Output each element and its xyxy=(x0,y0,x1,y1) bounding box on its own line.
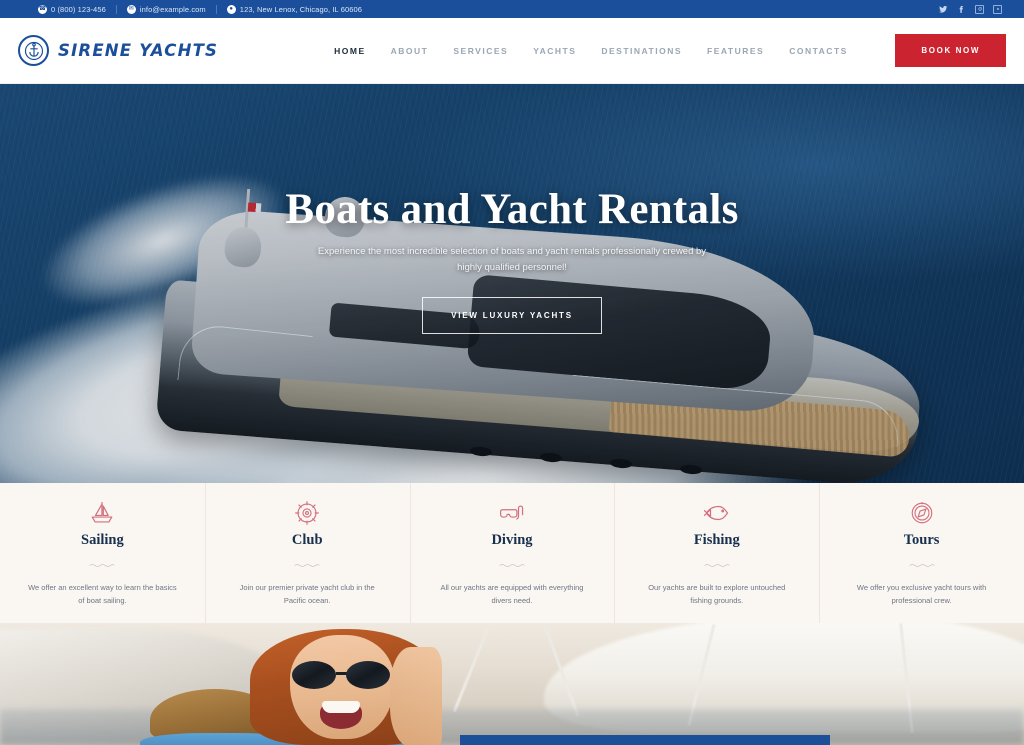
wave-divider-icon xyxy=(89,555,116,573)
blue-content-panel xyxy=(460,735,830,745)
hero-subtitle: Experience the most incredible selection… xyxy=(317,246,707,273)
topbar-phone-text: 0 (800) 123-456 xyxy=(51,4,106,14)
nav-item-destinations[interactable]: DESTINATIONS xyxy=(601,46,682,56)
feature-description: All our yachts are equipped with everyth… xyxy=(440,583,584,606)
wave-divider-icon xyxy=(909,555,935,573)
brand-name: SIRENE YACHTS xyxy=(58,41,219,60)
feature-description: We offer an excellent way to learn the b… xyxy=(28,583,177,606)
feature-card-fishing[interactable]: Fishing Our yachts are built to explore … xyxy=(614,483,819,623)
compass-icon xyxy=(909,498,935,528)
top-contact-bar: ☎ 0 (800) 123-456 ✉ info@example.com ● 1… xyxy=(0,0,1024,18)
feature-title: Diving xyxy=(491,532,533,548)
woman-figure xyxy=(250,629,442,745)
facebook-icon[interactable] xyxy=(957,5,966,14)
nav-item-home[interactable]: HOME xyxy=(334,46,366,56)
feature-title: Sailing xyxy=(81,532,124,548)
youtube-icon[interactable] xyxy=(993,4,1002,14)
nav-item-yachts[interactable]: YACHTS xyxy=(533,46,576,56)
feature-description: We offer you exclusive yacht tours with … xyxy=(856,583,987,606)
sunglasses-right-lens xyxy=(346,661,390,689)
feature-card-club[interactable]: Club Join our premier private yacht club… xyxy=(204,483,410,623)
snorkel-mask-icon xyxy=(499,498,525,528)
topbar-email-text: info@example.com xyxy=(139,4,206,14)
topbar-address[interactable]: ● 123, New Lenox, Chicago, IL 60606 xyxy=(217,4,372,14)
sailboat-icon xyxy=(89,498,115,528)
feature-title: Fishing xyxy=(693,532,740,548)
features-section: Sailing We offer an excellent way to lea… xyxy=(0,483,1024,623)
envelope-icon: ✉ xyxy=(126,4,136,14)
feature-title: Club xyxy=(291,532,323,548)
site-header: SIRENE YACHTS HOME ABOUT SERVICES YACHTS… xyxy=(0,18,1024,84)
twitter-icon[interactable] xyxy=(939,5,948,14)
wave-divider-icon xyxy=(704,555,730,573)
instagram-icon[interactable] xyxy=(975,4,984,14)
hero-title: Boats and Yacht Rentals xyxy=(285,186,739,233)
wave-divider-icon xyxy=(499,555,525,573)
feature-card-diving[interactable]: Diving All our yachts are equipped with … xyxy=(409,483,615,623)
wave-divider-icon xyxy=(294,555,320,573)
hero-content: Boats and Yacht Rentals Experience the m… xyxy=(0,186,1024,335)
topbar-phone[interactable]: ☎ 0 (800) 123-456 xyxy=(28,4,116,14)
nav-item-features[interactable]: FEATURES xyxy=(707,46,764,56)
feature-card-sailing[interactable]: Sailing We offer an excellent way to lea… xyxy=(0,483,205,623)
nav-item-services[interactable]: SERVICES xyxy=(453,46,508,56)
topbar-contacts: ☎ 0 (800) 123-456 ✉ info@example.com ● 1… xyxy=(28,4,372,14)
brand-logo[interactable]: SIRENE YACHTS xyxy=(18,35,218,66)
lifestyle-photo-section xyxy=(0,623,1024,745)
feature-description: Our yachts are built to explore untouche… xyxy=(648,583,786,606)
hero-section: Boats and Yacht Rentals Experience the m… xyxy=(0,84,1024,483)
sunglasses-icon xyxy=(292,661,392,689)
feature-description: Join our premier private yacht club in t… xyxy=(239,583,375,606)
nav-item-about[interactable]: ABOUT xyxy=(391,46,429,56)
book-now-button[interactable]: BOOK NOW xyxy=(895,34,1006,67)
anchor-badge-icon xyxy=(18,35,49,66)
woman-arm xyxy=(390,647,442,745)
nav-item-contacts[interactable]: CONTACTS xyxy=(789,46,848,56)
phone-icon: ☎ xyxy=(38,4,47,14)
main-navigation: HOME ABOUT SERVICES YACHTS DESTINATIONS … xyxy=(334,46,848,56)
sunglasses-left-lens xyxy=(292,661,336,689)
social-links xyxy=(939,4,1010,14)
feature-card-tours[interactable]: Tours We offer you exclusive yacht tours… xyxy=(819,483,1024,623)
feature-title: Tours xyxy=(903,532,940,548)
woman-teeth xyxy=(322,701,360,713)
view-luxury-yachts-button[interactable]: VIEW LUXURY YACHTS xyxy=(422,297,602,335)
topbar-address-text: 123, New Lenox, Chicago, IL 60606 xyxy=(239,4,363,14)
map-pin-icon: ● xyxy=(226,4,236,14)
fish-icon xyxy=(703,498,730,528)
ship-wheel-icon xyxy=(294,498,320,528)
topbar-email[interactable]: ✉ info@example.com xyxy=(117,4,216,14)
